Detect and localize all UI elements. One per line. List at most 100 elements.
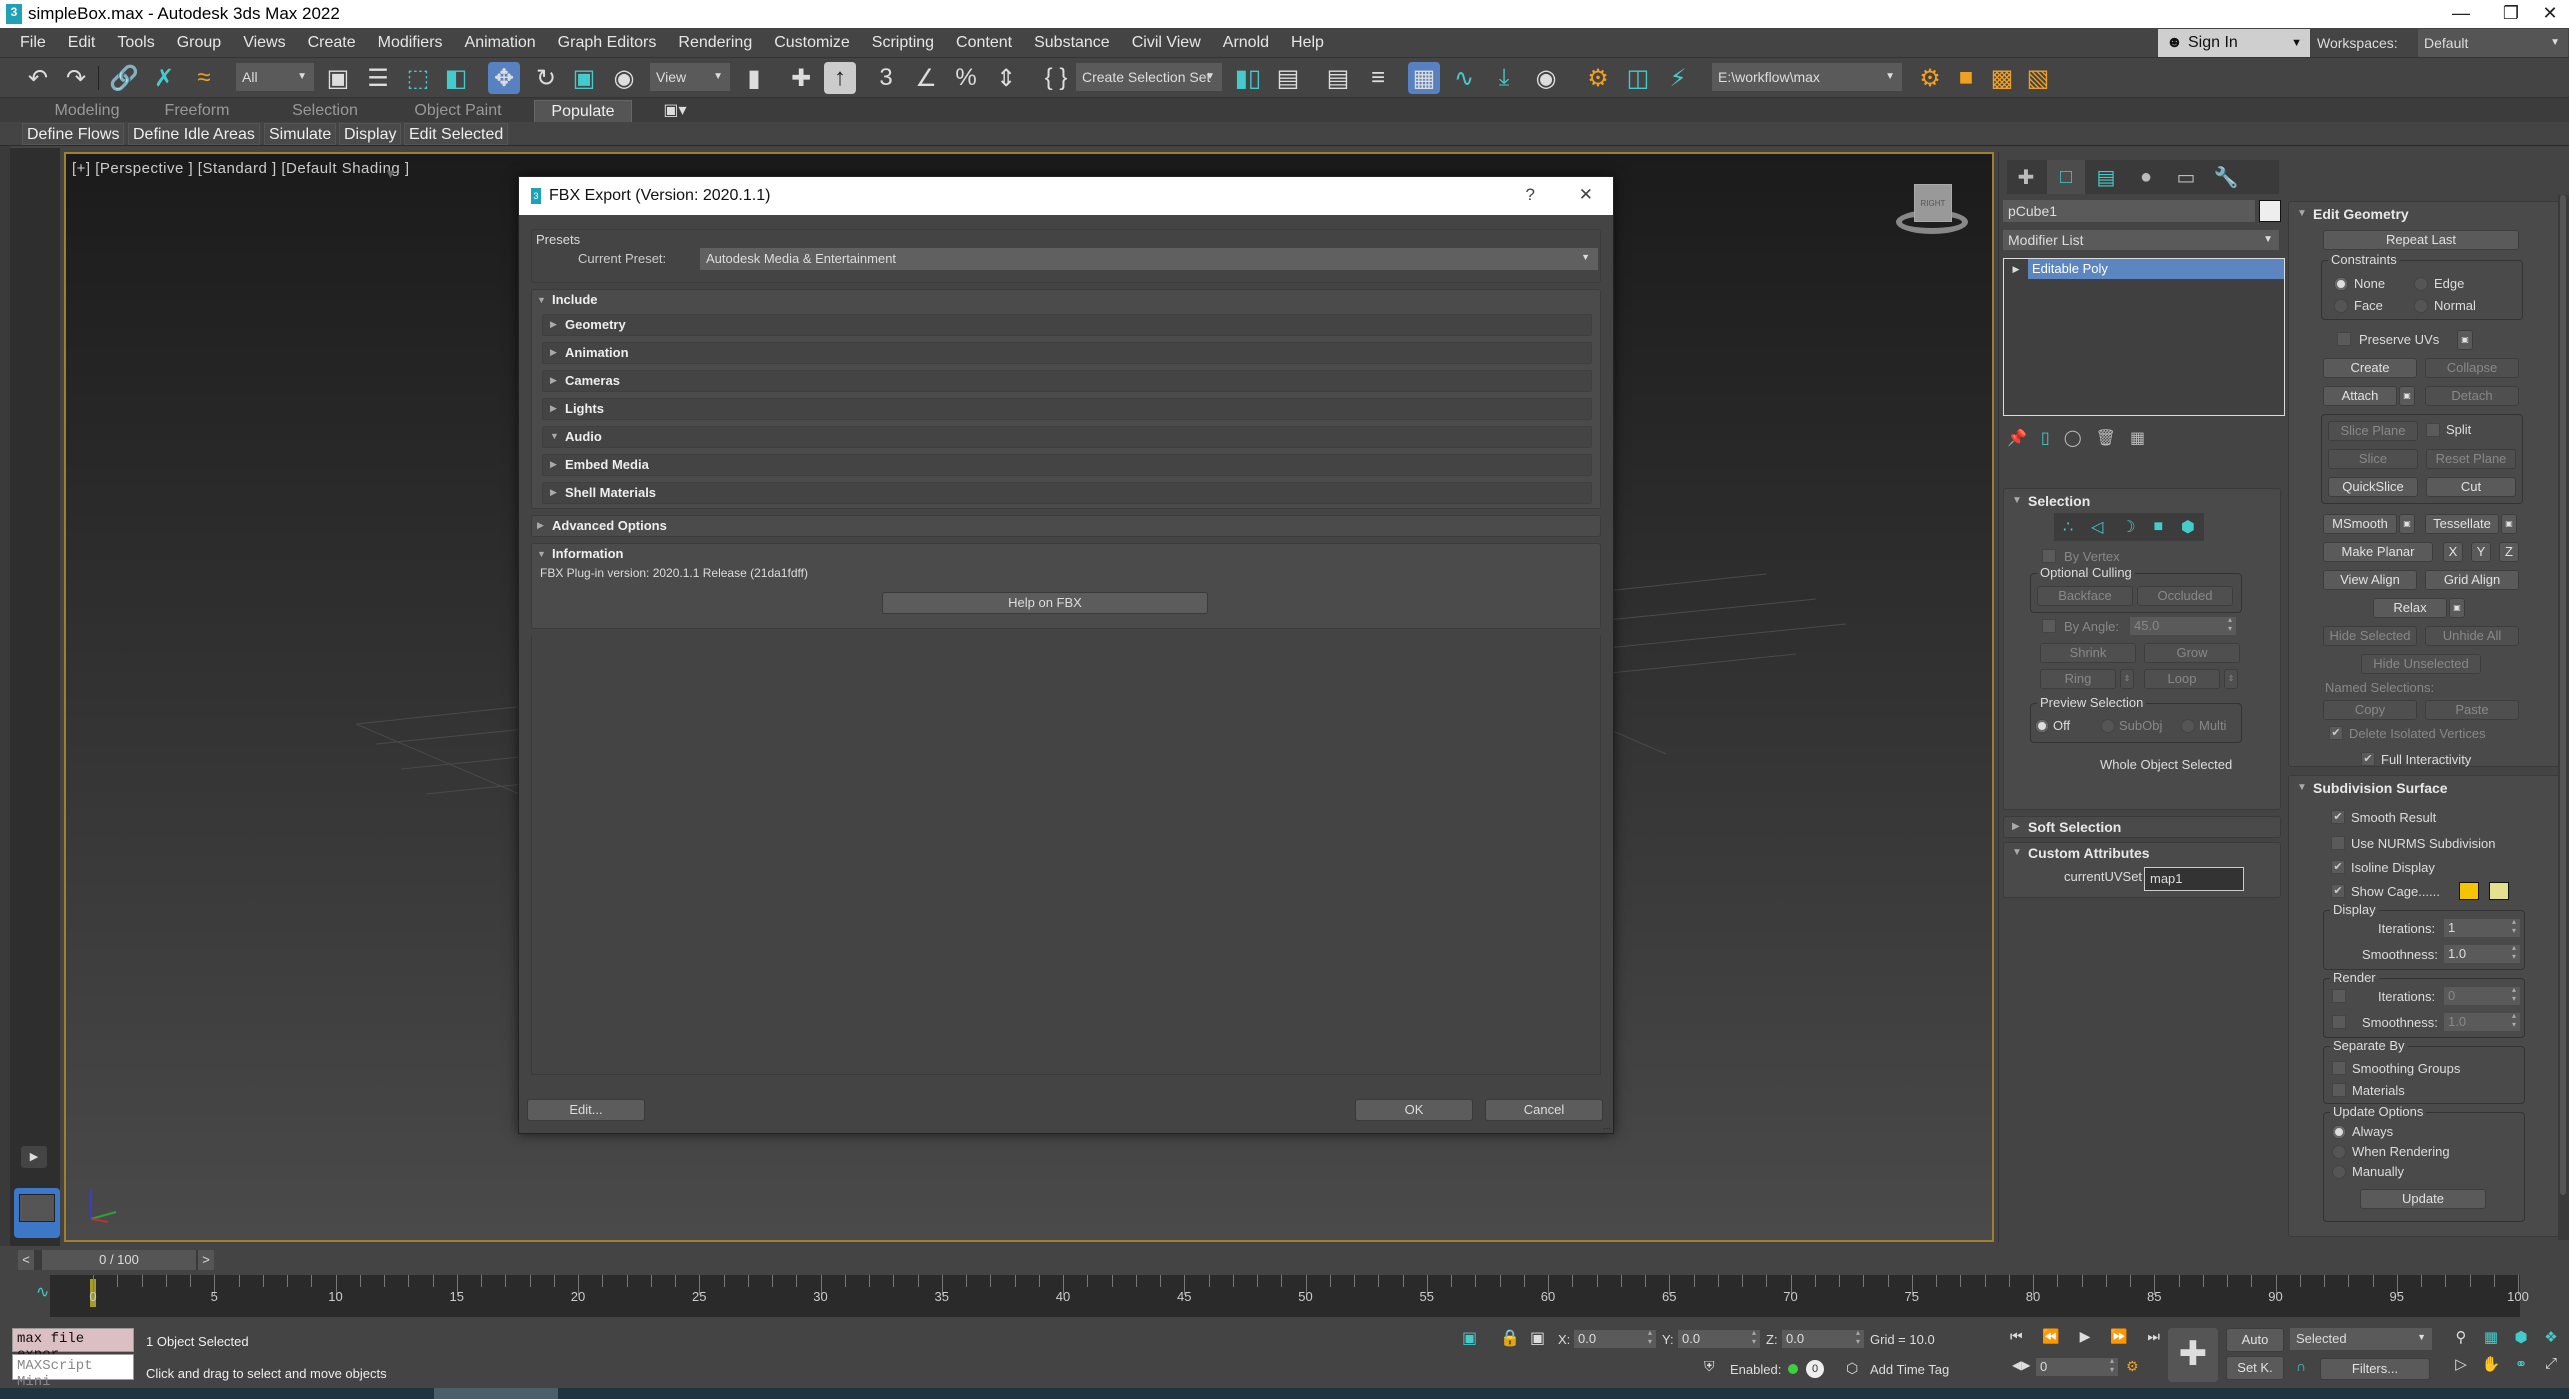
- rendered-frame-window-icon[interactable]: ◫: [1622, 62, 1654, 94]
- reference-coordinate-dropdown[interactable]: View ▼: [650, 63, 730, 91]
- absolute-mode-icon[interactable]: ▣: [1530, 1328, 1545, 1348]
- preserve-uvs-settings-icon[interactable]: ▣: [2457, 330, 2473, 350]
- keyboard-shortcut-override-icon[interactable]: ↑: [824, 62, 856, 94]
- menu-modifiers[interactable]: Modifiers: [367, 34, 454, 52]
- ok-button[interactable]: OK: [1355, 1099, 1473, 1121]
- update-when-rendering-radio[interactable]: [2332, 1145, 2346, 1159]
- delete-isolated-checkbox[interactable]: ✔: [2329, 726, 2343, 740]
- tab-modeling[interactable]: Modeling: [32, 100, 142, 122]
- toggle-ribbon-icon[interactable]: ▦: [1408, 62, 1440, 94]
- menu-arnold[interactable]: Arnold: [1212, 34, 1280, 52]
- element-mode-icon[interactable]: ⬢: [2181, 517, 2195, 537]
- custom-attributes-title[interactable]: Custom Attributes: [2028, 845, 2150, 861]
- tessellate-button[interactable]: Tessellate: [2425, 514, 2499, 534]
- include-audio[interactable]: ▼ Audio: [542, 426, 1592, 448]
- project-structure-icon[interactable]: ▩: [1986, 62, 2018, 94]
- tab-populate[interactable]: Populate: [534, 100, 632, 122]
- time-configuration-icon[interactable]: ⚙: [2126, 1358, 2139, 1375]
- redo-icon[interactable]: ↷: [60, 62, 92, 94]
- collapse-icon[interactable]: ▼: [537, 295, 546, 305]
- viewport-layout-tab[interactable]: [14, 1188, 60, 1238]
- make-planar-button[interactable]: Make Planar: [2323, 542, 2433, 562]
- isolate-selection-icon[interactable]: ▣: [1462, 1328, 1477, 1348]
- edit-button[interactable]: Edit...: [527, 1099, 645, 1121]
- menu-animation[interactable]: Animation: [454, 34, 547, 52]
- by-vertex-checkbox[interactable]: [2042, 549, 2056, 563]
- isoline-display-checkbox[interactable]: ✔: [2331, 860, 2345, 874]
- by-angle-checkbox[interactable]: [2042, 619, 2056, 633]
- menu-tools[interactable]: Tools: [106, 34, 165, 52]
- soft-selection-rollout[interactable]: ▶ Soft Selection: [2003, 816, 2281, 838]
- show-cage-checkbox[interactable]: ✔: [2331, 884, 2345, 898]
- planar-z-button[interactable]: Z: [2499, 542, 2519, 562]
- rectangular-selection-icon[interactable]: ⬚: [402, 62, 434, 94]
- close-button[interactable]: ✕: [2531, 0, 2569, 28]
- attach-list-icon[interactable]: ▣: [2399, 386, 2415, 406]
- simulate-button[interactable]: Simulate: [264, 123, 337, 145]
- menu-views[interactable]: Views: [232, 34, 296, 52]
- occluded-button[interactable]: Occluded: [2137, 586, 2233, 606]
- menu-edit[interactable]: Edit: [57, 34, 107, 52]
- previous-frame-icon[interactable]: ⏪: [2042, 1328, 2059, 1348]
- snaps-toggle-icon[interactable]: 3: [870, 62, 902, 94]
- zoom-extents-all-icon[interactable]: ❖: [2536, 1328, 2566, 1355]
- percent-snap-icon[interactable]: %: [950, 62, 982, 94]
- display-iterations-spinner[interactable]: 1: [2444, 917, 2520, 937]
- menu-create[interactable]: Create: [297, 34, 367, 52]
- preview-multi-radio[interactable]: [2181, 719, 2195, 733]
- render-iterations-checkbox[interactable]: [2332, 989, 2346, 1003]
- select-manipulate-icon[interactable]: ✚: [785, 62, 817, 94]
- adaptive-degradation-icon[interactable]: ⛨: [1704, 1358, 1715, 1375]
- define-flows-button[interactable]: Define Flows: [22, 123, 125, 145]
- render-setup-icon[interactable]: ⚙: [1582, 62, 1614, 94]
- edit-selected-button[interactable]: Edit Selected: [404, 123, 509, 145]
- motion-tab-icon[interactable]: ●: [2127, 160, 2165, 194]
- preview-off-radio[interactable]: [2035, 719, 2049, 733]
- display-button[interactable]: Display: [339, 123, 402, 145]
- collapse-icon[interactable]: ▼: [2297, 208, 2307, 219]
- select-by-name-icon[interactable]: ☰: [362, 62, 394, 94]
- soft-selection-title[interactable]: Soft Selection: [2028, 819, 2121, 835]
- maximize-button[interactable]: ❐: [2491, 0, 2531, 28]
- pan-icon[interactable]: ✋: [2476, 1355, 2506, 1382]
- tessellate-settings-icon[interactable]: ▣: [2501, 514, 2517, 534]
- hierarchy-tab-icon[interactable]: ▤: [2087, 160, 2125, 194]
- menu-group[interactable]: Group: [166, 34, 232, 52]
- select-and-rotate-icon[interactable]: ↻: [530, 62, 562, 94]
- project-folder-icon[interactable]: ■: [1950, 62, 1982, 94]
- create-tab-icon[interactable]: ✚: [2007, 160, 2045, 194]
- default-tangents-icon[interactable]: ∩: [2296, 1358, 2306, 1374]
- minimize-button[interactable]: —: [2431, 0, 2491, 28]
- slice-plane-button[interactable]: Slice Plane: [2328, 421, 2418, 441]
- taskbar-active-item[interactable]: [434, 1388, 558, 1399]
- project-folder-dropdown[interactable]: E:\workflow\max ▼: [1712, 63, 1902, 91]
- workspaces-select[interactable]: Default ▼: [2418, 29, 2568, 57]
- copy-button[interactable]: Copy: [2323, 700, 2417, 720]
- menu-graph-editors[interactable]: Graph Editors: [547, 34, 668, 52]
- orbit-icon[interactable]: ⚭: [2506, 1355, 2536, 1382]
- schematic-view-icon[interactable]: ⤓: [1488, 62, 1520, 94]
- maxscript-mini-listener[interactable]: MAXScript Mini: [12, 1354, 134, 1390]
- z-coordinate-input[interactable]: 0.0: [1782, 1328, 1864, 1348]
- collapse-icon[interactable]: ▼: [537, 549, 546, 559]
- current-frame-input[interactable]: 0: [2036, 1356, 2118, 1376]
- vertex-mode-icon[interactable]: ∴: [2063, 517, 2073, 537]
- define-idle-areas-button[interactable]: Define Idle Areas: [128, 123, 260, 145]
- object-color-swatch[interactable]: [2259, 200, 2281, 222]
- make-unique-icon[interactable]: ◯: [2064, 428, 2082, 450]
- cage-color-swatch[interactable]: [2459, 882, 2479, 900]
- edit-geometry-title[interactable]: Edit Geometry: [2313, 206, 2409, 222]
- cage-selected-color-swatch[interactable]: [2489, 882, 2509, 900]
- update-manually-radio[interactable]: [2332, 1165, 2346, 1179]
- include-shell-materials[interactable]: ▶ Shell Materials: [542, 482, 1592, 504]
- scrollbar-thumb[interactable]: [2560, 195, 2566, 1195]
- ring-spinner[interactable]: ⇕: [2120, 669, 2134, 689]
- modify-tab-icon[interactable]: □: [2047, 160, 2085, 194]
- select-and-move-icon[interactable]: ✥: [488, 62, 520, 94]
- ring-button[interactable]: Ring: [2040, 669, 2116, 689]
- include-embed-media[interactable]: ▶ Embed Media: [542, 454, 1592, 476]
- y-coordinate-input[interactable]: 0.0: [1678, 1328, 1760, 1348]
- select-and-scale-icon[interactable]: ▣: [568, 62, 600, 94]
- quickslice-button[interactable]: QuickSlice: [2328, 477, 2418, 497]
- resize-grip-icon[interactable]: ⋯: [1603, 1124, 1611, 1133]
